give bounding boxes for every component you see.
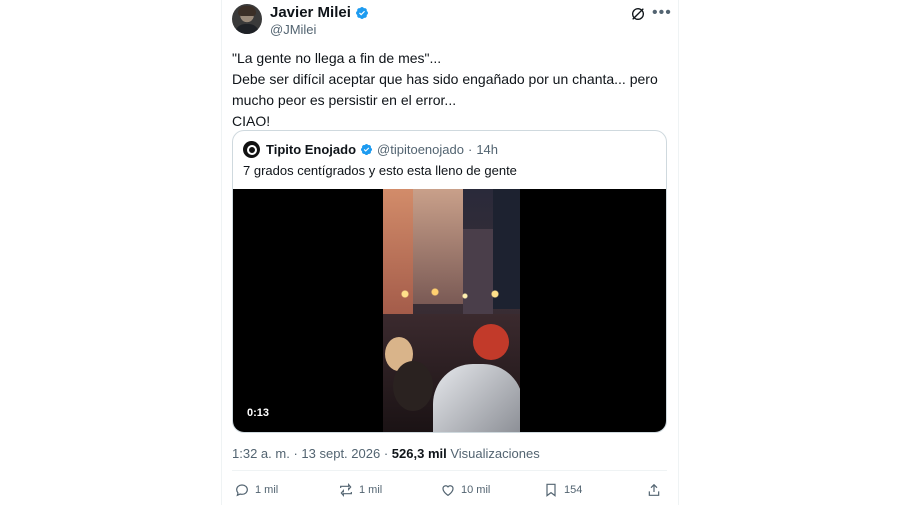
video-frame: [383, 189, 520, 432]
author-name-row[interactable]: Javier Milei: [270, 4, 369, 21]
post-meta: 1:32 a. m. · 13 sept. 2026 · 526,3 mil V…: [232, 446, 540, 461]
quoted-post[interactable]: Tipito Enojado @tipitoenojado · 14h 7 gr…: [232, 130, 667, 433]
reply-button[interactable]: 1 mil: [234, 482, 278, 498]
share-icon: [648, 483, 660, 496]
quote-age[interactable]: 14h: [476, 142, 498, 157]
bookmark-count: 154: [564, 484, 583, 496]
video-duration: 0:13: [247, 407, 270, 419]
like-count: 10 mil: [461, 484, 491, 496]
meta-separator: ·: [293, 446, 298, 461]
post-line: CIAO!: [232, 113, 271, 129]
bookmark-icon: [546, 483, 556, 497]
repost-count: 1 mil: [359, 484, 383, 496]
more-icon[interactable]: •••: [652, 4, 672, 22]
quote-avatar[interactable]: [243, 141, 260, 158]
quote-author-name[interactable]: Tipito Enojado: [266, 142, 356, 157]
post-line: mucho peor es persistir en el error...: [232, 92, 457, 108]
author-handle[interactable]: @JMilei: [270, 22, 316, 37]
author-name[interactable]: Javier Milei: [270, 4, 351, 21]
reply-count: 1 mil: [255, 484, 279, 496]
meta-separator: ·: [383, 446, 389, 461]
views-label: Visualizaciones: [450, 446, 540, 461]
author-avatar[interactable]: [232, 4, 262, 34]
verified-badge-icon: [360, 143, 373, 156]
quote-text: 7 grados centígrados y esto esta lleno d…: [243, 163, 517, 178]
repost-button[interactable]: 1 mil: [338, 482, 382, 498]
divider: [232, 470, 667, 471]
action-bar: 1 mil 1 mil 10 mil 154: [234, 482, 664, 502]
post-line: "La gente no llega a fin de mes"...: [232, 50, 442, 66]
verified-badge-icon: [355, 6, 368, 19]
bookmark-button[interactable]: 154: [543, 482, 582, 498]
like-button[interactable]: 10 mil: [440, 482, 490, 498]
grok-icon[interactable]: [630, 6, 646, 22]
post-line: Debe ser difícil aceptar que has sido en…: [232, 71, 658, 87]
post-date[interactable]: 13 sept. 2026: [301, 446, 380, 461]
post-text: "La gente no llega a fin de mes"... Debe…: [232, 48, 662, 132]
repost-icon: [340, 483, 352, 497]
share-button[interactable]: [646, 482, 662, 498]
post-time[interactable]: 1:32 a. m.: [232, 446, 290, 461]
quote-separator: ·: [467, 142, 473, 157]
like-icon: [442, 485, 454, 497]
quote-header: Tipito Enojado @tipitoenojado · 14h: [243, 141, 498, 158]
views-count: 526,3 mil: [391, 446, 447, 461]
quote-author-handle[interactable]: @tipitoenojado: [377, 142, 464, 157]
video-player[interactable]: 0:13: [233, 189, 666, 432]
reply-icon: [236, 484, 248, 497]
